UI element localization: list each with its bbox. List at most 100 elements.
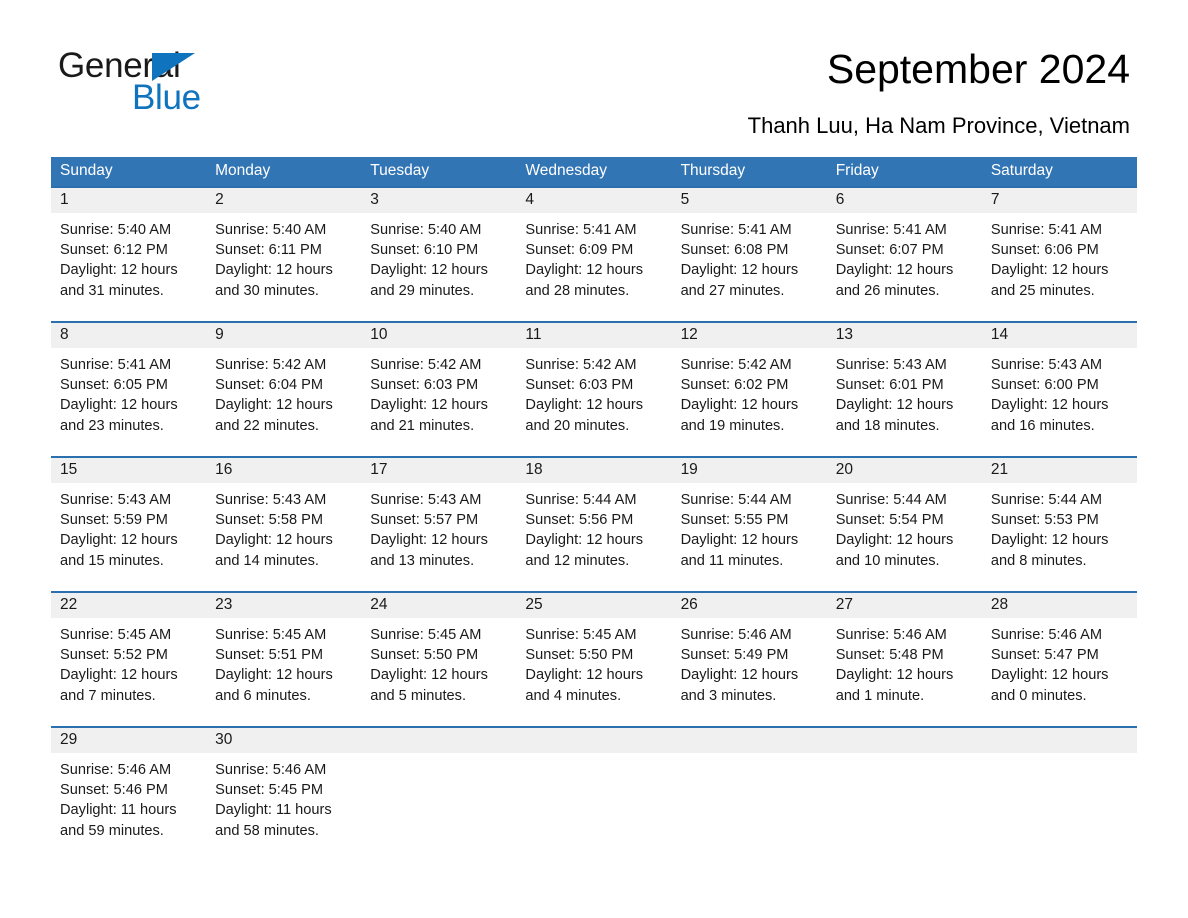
day-cell[interactable]: 13 Sunrise: 5:43 AM Sunset: 6:01 PM Dayl… — [827, 323, 982, 456]
day-number: 21 — [990, 461, 1009, 478]
day-details: Sunrise: 5:41 AM Sunset: 6:07 PM Dayligh… — [836, 213, 974, 301]
day-number: 11 — [525, 326, 542, 343]
daylight-text: Daylight: 12 hours — [370, 262, 488, 279]
day-cell[interactable]: 16 Sunrise: 5:43 AM Sunset: 5:58 PM Dayl… — [206, 458, 361, 591]
daylight-text: Daylight: 12 hours — [680, 667, 799, 684]
daylight-text-cont: and 30 minutes. — [215, 282, 319, 299]
day-cell[interactable]: 23 Sunrise: 5:45 AM Sunset: 5:51 PM Dayl… — [206, 593, 361, 726]
daylight-text-cont: and 8 minutes. — [990, 552, 1087, 569]
daylight-text: Daylight: 12 hours — [680, 262, 799, 279]
day-cell[interactable]: 15 Sunrise: 5:43 AM Sunset: 5:59 PM Dayl… — [51, 458, 206, 591]
daylight-text-cont: and 3 minutes. — [680, 687, 777, 704]
day-cell[interactable]: 18 Sunrise: 5:44 AM Sunset: 5:56 PM Dayl… — [516, 458, 671, 591]
day-cell[interactable]: 20 Sunrise: 5:44 AM Sunset: 5:54 PM Dayl… — [827, 458, 982, 591]
day-number: 5 — [680, 191, 690, 208]
sunrise-text: Sunrise: 5:46 AM — [60, 762, 172, 778]
daylight-text: Daylight: 11 hours — [215, 802, 332, 819]
day-cell[interactable]: 17 Sunrise: 5:43 AM Sunset: 5:57 PM Dayl… — [361, 458, 516, 591]
sunrise-text: Sunrise: 5:41 AM — [990, 222, 1102, 238]
daylight-text-cont: and 6 minutes. — [215, 687, 311, 704]
day-details: Sunrise: 5:42 AM Sunset: 6:02 PM Dayligh… — [681, 348, 819, 436]
sunset-text: Sunset: 6:08 PM — [680, 242, 789, 259]
day-cell[interactable]: 7 Sunrise: 5:41 AM Sunset: 6:06 PM Dayli… — [982, 188, 1137, 321]
day-cell[interactable]: 4 Sunrise: 5:41 AM Sunset: 6:09 PM Dayli… — [516, 188, 671, 321]
daylight-text-cont: and 25 minutes. — [990, 282, 1095, 299]
day-details: Sunrise: 5:42 AM Sunset: 6:03 PM Dayligh… — [370, 348, 508, 436]
sunrise-text: Sunrise: 5:46 AM — [680, 627, 792, 643]
sunrise-text: Sunrise: 5:41 AM — [525, 222, 637, 238]
day-cell[interactable]: 5 Sunrise: 5:41 AM Sunset: 6:08 PM Dayli… — [672, 188, 827, 321]
day-cell[interactable]: 28 Sunrise: 5:46 AM Sunset: 5:47 PM Dayl… — [982, 593, 1137, 726]
generalblue-logo[interactable]: General Blue — [58, 48, 318, 118]
day-cell[interactable]: 27 Sunrise: 5:46 AM Sunset: 5:48 PM Dayl… — [827, 593, 982, 726]
sunset-text: Sunset: 5:58 PM — [215, 512, 324, 529]
sunrise-text: Sunrise: 5:42 AM — [215, 357, 327, 373]
sunset-text: Sunset: 6:10 PM — [370, 242, 479, 259]
sunrise-text: Sunrise: 5:44 AM — [835, 492, 947, 508]
daylight-text-cont: and 59 minutes. — [60, 822, 164, 839]
day-cell[interactable]: 21 Sunrise: 5:44 AM Sunset: 5:53 PM Dayl… — [982, 458, 1137, 591]
week-row: 15 Sunrise: 5:43 AM Sunset: 5:59 PM Dayl… — [51, 456, 1137, 591]
sunset-text: Sunset: 6:03 PM — [370, 377, 479, 394]
day-cell[interactable]: 24 Sunrise: 5:45 AM Sunset: 5:50 PM Dayl… — [361, 593, 516, 726]
sunset-text: Sunset: 5:50 PM — [525, 647, 634, 664]
day-cell[interactable]: 9 Sunrise: 5:42 AM Sunset: 6:04 PM Dayli… — [206, 323, 361, 456]
weekday-header-sunday: Sunday — [60, 162, 113, 179]
sunrise-text: Sunrise: 5:41 AM — [835, 222, 947, 238]
day-cell[interactable]: 10 Sunrise: 5:42 AM Sunset: 6:03 PM Dayl… — [361, 323, 516, 456]
day-details: Sunrise: 5:40 AM Sunset: 6:10 PM Dayligh… — [370, 213, 508, 301]
day-cell[interactable]: 2 Sunrise: 5:40 AM Sunset: 6:11 PM Dayli… — [206, 188, 361, 321]
sunset-text: Sunset: 5:45 PM — [215, 782, 324, 799]
day-number: 30 — [215, 731, 233, 748]
day-cell[interactable]: 19 Sunrise: 5:44 AM Sunset: 5:55 PM Dayl… — [672, 458, 827, 591]
sunset-text: Sunset: 5:59 PM — [60, 512, 168, 529]
daylight-text: Daylight: 12 hours — [835, 262, 954, 279]
daylight-text: Daylight: 12 hours — [680, 532, 799, 549]
day-details: Sunrise: 5:43 AM Sunset: 5:59 PM Dayligh… — [60, 483, 198, 571]
sunset-text: Sunset: 6:11 PM — [215, 242, 322, 259]
day-cell-empty — [827, 728, 982, 856]
day-cell[interactable]: 14 Sunrise: 5:43 AM Sunset: 6:00 PM Dayl… — [982, 323, 1137, 456]
daylight-text-cont: and 5 minutes. — [370, 687, 467, 704]
daylight-text: Daylight: 12 hours — [370, 667, 488, 684]
sunset-text: Sunset: 5:56 PM — [525, 512, 634, 529]
day-cell[interactable]: 26 Sunrise: 5:46 AM Sunset: 5:49 PM Dayl… — [672, 593, 827, 726]
day-cell[interactable]: 6 Sunrise: 5:41 AM Sunset: 6:07 PM Dayli… — [827, 188, 982, 321]
daylight-text: Daylight: 12 hours — [525, 397, 644, 414]
sunrise-text: Sunrise: 5:45 AM — [370, 627, 482, 643]
day-details: Sunrise: 5:46 AM Sunset: 5:45 PM Dayligh… — [215, 753, 353, 841]
day-details: Sunrise: 5:40 AM Sunset: 6:11 PM Dayligh… — [215, 213, 353, 301]
day-cell[interactable]: 1 Sunrise: 5:40 AM Sunset: 6:12 PM Dayli… — [51, 188, 206, 321]
day-cell[interactable]: 29 Sunrise: 5:46 AM Sunset: 5:46 PM Dayl… — [51, 728, 206, 856]
sunrise-text: Sunrise: 5:41 AM — [680, 222, 792, 238]
day-number: 25 — [525, 596, 543, 613]
day-cell[interactable]: 11 Sunrise: 5:42 AM Sunset: 6:03 PM Dayl… — [516, 323, 671, 456]
sunrise-text: Sunrise: 5:46 AM — [215, 762, 327, 778]
daylight-text: Daylight: 12 hours — [835, 667, 954, 684]
day-details: Sunrise: 5:45 AM Sunset: 5:52 PM Dayligh… — [60, 618, 198, 706]
day-details: Sunrise: 5:41 AM Sunset: 6:08 PM Dayligh… — [681, 213, 819, 301]
daylight-text: Daylight: 12 hours — [370, 532, 488, 549]
sunrise-text: Sunrise: 5:43 AM — [60, 492, 172, 508]
day-cell-empty — [516, 728, 671, 856]
day-cell[interactable]: 30 Sunrise: 5:46 AM Sunset: 5:45 PM Dayl… — [206, 728, 361, 856]
daylight-text: Daylight: 12 hours — [370, 397, 488, 414]
day-cell[interactable]: 3 Sunrise: 5:40 AM Sunset: 6:10 PM Dayli… — [361, 188, 516, 321]
day-number: 9 — [215, 326, 224, 343]
daylight-text-cont: and 28 minutes. — [525, 282, 630, 299]
sunset-text: Sunset: 5:52 PM — [60, 647, 168, 664]
sunset-text: Sunset: 6:03 PM — [525, 377, 634, 394]
day-cell[interactable]: 25 Sunrise: 5:45 AM Sunset: 5:50 PM Dayl… — [516, 593, 671, 726]
day-details: Sunrise: 5:43 AM Sunset: 6:00 PM Dayligh… — [991, 348, 1129, 436]
sunrise-text: Sunrise: 5:42 AM — [680, 357, 792, 373]
day-details: Sunrise: 5:44 AM Sunset: 5:54 PM Dayligh… — [836, 483, 974, 571]
sunrise-text: Sunrise: 5:40 AM — [60, 222, 172, 238]
day-cell[interactable]: 12 Sunrise: 5:42 AM Sunset: 6:02 PM Dayl… — [672, 323, 827, 456]
sunset-text: Sunset: 6:05 PM — [60, 377, 168, 394]
day-number: 27 — [835, 596, 853, 613]
day-cell[interactable]: 8 Sunrise: 5:41 AM Sunset: 6:05 PM Dayli… — [51, 323, 206, 456]
sunset-text: Sunset: 5:48 PM — [835, 647, 944, 664]
daylight-text-cont: and 31 minutes. — [60, 282, 164, 299]
day-cell[interactable]: 22 Sunrise: 5:45 AM Sunset: 5:52 PM Dayl… — [51, 593, 206, 726]
daylight-text: Daylight: 12 hours — [990, 262, 1109, 279]
